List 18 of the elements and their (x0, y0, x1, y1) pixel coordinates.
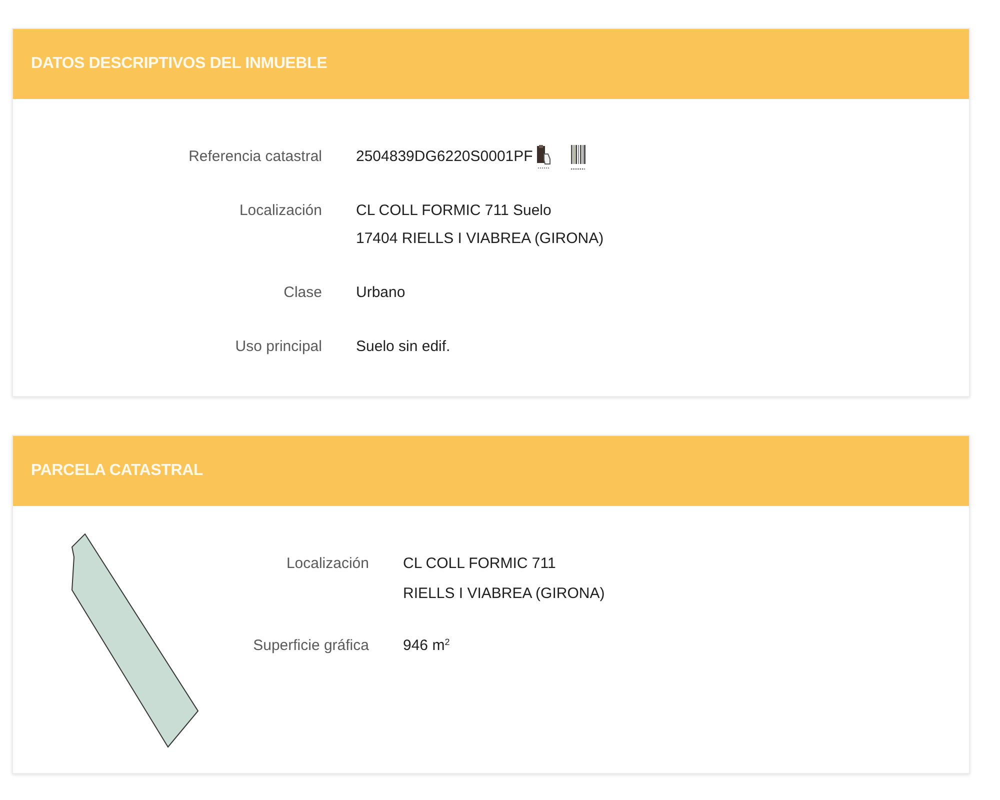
field-value: CL COLL FORMIC 711 Suelo (356, 201, 552, 221)
field-value: Urbano (356, 283, 406, 303)
field-value: 946 m$^{2}$ (403, 636, 450, 656)
section-title: DATOS DESCRIPTIVOS DEL INMUEBLE (31, 54, 328, 74)
field-label: Uso principal (234, 337, 322, 357)
field-label: Referencia catastral (188, 147, 322, 167)
field-value: Suelo sin edif. (356, 337, 450, 357)
field-value: CL COLL FORMIC 711 (403, 554, 557, 574)
field-label: Superficie gráfica (252, 636, 369, 656)
field-label: Localización (285, 554, 369, 574)
field-value: 2504839DG6220S0001PF (356, 147, 533, 167)
clipboard-icon[interactable] (536, 145, 551, 169)
field-value: 17404 RIELLS I VIABREA (GIRONA) (356, 229, 604, 249)
field-label: Localización (238, 201, 322, 221)
section-title: PARCELA CATASTRAL (31, 461, 203, 481)
field-label: Clase (282, 283, 322, 303)
field-value: RIELLS I VIABREA (GIRONA) (403, 584, 605, 604)
barcode-icon[interactable] (568, 144, 586, 170)
